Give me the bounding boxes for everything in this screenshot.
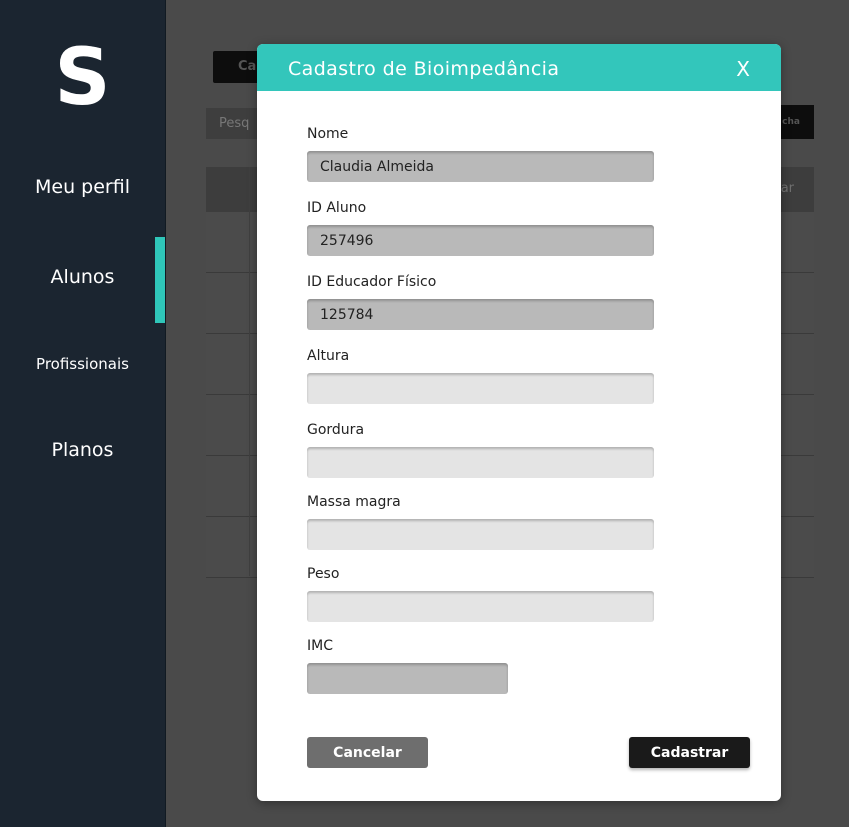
massa-magra-field[interactable] <box>307 519 654 550</box>
id-aluno-field[interactable] <box>307 225 654 256</box>
massa-magra-label: Massa magra <box>307 494 401 510</box>
modal-title: Cadastro de Bioimpedância <box>288 58 560 80</box>
modal-header: Cadastro de Bioimpedância X <box>257 44 781 91</box>
sidebar: S Meu perfil Alunos Profissionais Planos <box>0 0 166 827</box>
sidebar-item-planos[interactable]: Planos <box>0 439 165 461</box>
imc-label: IMC <box>307 638 333 654</box>
id-aluno-label: ID Aluno <box>307 200 367 216</box>
id-educador-label: ID Educador Físico <box>307 274 437 290</box>
app-logo: S <box>54 33 111 123</box>
close-icon[interactable]: X <box>736 57 750 81</box>
sidebar-item-profissionais[interactable]: Profissionais <box>0 355 165 373</box>
bioimpedance-modal: Cadastro de Bioimpedância X Nome ID Alun… <box>257 44 781 801</box>
sidebar-item-meu-perfil[interactable]: Meu perfil <box>0 176 165 198</box>
table-column-divider <box>249 167 250 576</box>
nome-label: Nome <box>307 126 349 142</box>
submit-button[interactable]: Cadastrar <box>629 737 750 768</box>
gordura-field[interactable] <box>307 447 654 478</box>
id-educador-field[interactable] <box>307 299 654 330</box>
sidebar-item-alunos[interactable]: Alunos <box>0 266 165 288</box>
altura-label: Altura <box>307 348 350 364</box>
cancel-button[interactable]: Cancelar <box>307 737 428 768</box>
nome-field[interactable] <box>307 151 654 182</box>
peso-label: Peso <box>307 566 340 582</box>
imc-field[interactable] <box>307 663 508 694</box>
gordura-label: Gordura <box>307 422 365 438</box>
peso-field[interactable] <box>307 591 654 622</box>
active-indicator <box>155 237 165 323</box>
altura-field[interactable] <box>307 373 654 404</box>
table-header-cell: ar <box>780 181 794 196</box>
